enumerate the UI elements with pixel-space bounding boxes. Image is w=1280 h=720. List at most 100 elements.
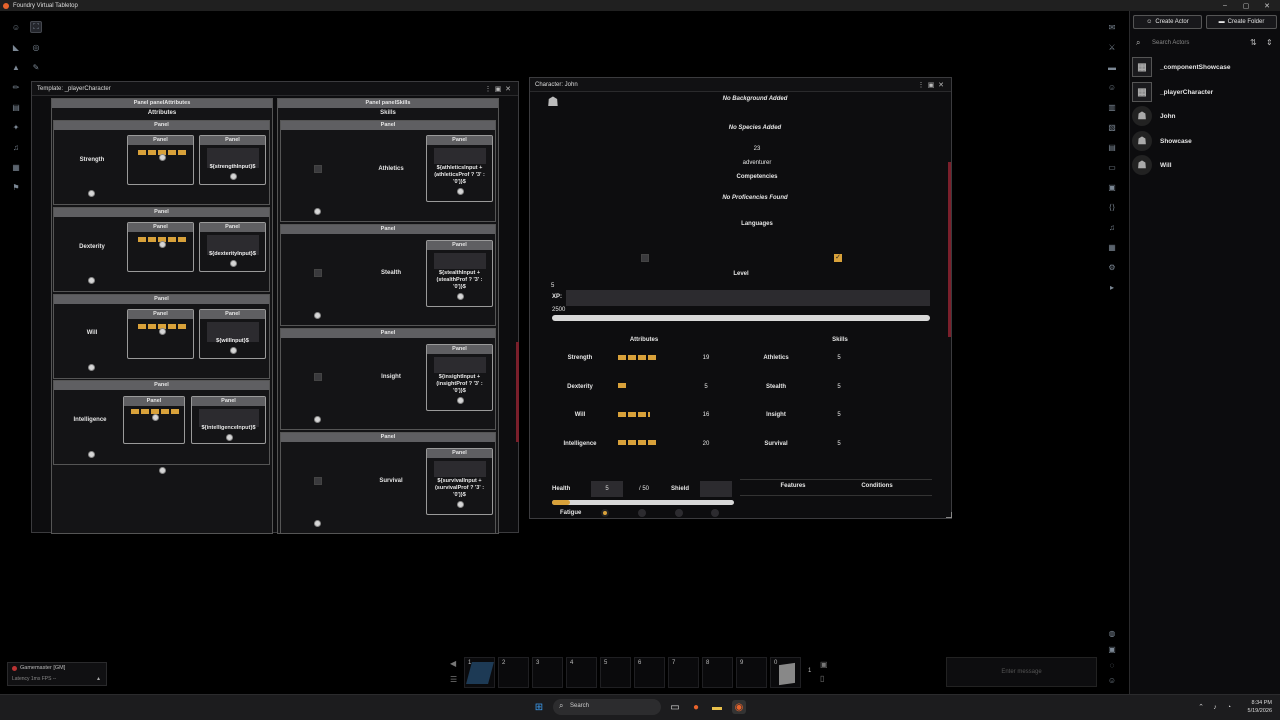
windows-start-icon[interactable]: ⊞ (532, 700, 546, 714)
maximize-button[interactable]: ▢ (1235, 0, 1257, 11)
reset-circle[interactable] (152, 414, 159, 421)
actor-list-item[interactable]: ☗ Will (1130, 153, 1280, 177)
volume-icon[interactable]: ♪ (1208, 700, 1222, 714)
sort-icon[interactable]: ⇅ (1250, 38, 1257, 47)
stealth-prof-checkbox[interactable] (314, 269, 322, 277)
dexterity-pips[interactable] (618, 383, 626, 388)
add-circle[interactable] (314, 416, 321, 423)
fatigue-radio-4[interactable] (711, 509, 719, 517)
macros-tab-icon[interactable]: ▣ (1105, 180, 1119, 194)
add-circle[interactable] (314, 208, 321, 215)
add-circle[interactable] (88, 277, 95, 284)
intelligence-pips[interactable] (618, 440, 656, 445)
macro-slot-9[interactable]: 9 (736, 657, 767, 688)
macro-slot-5[interactable]: 5 (600, 657, 631, 688)
target-tool-icon[interactable]: ◎ (30, 41, 42, 53)
journal-tab-icon[interactable]: ▧ (1105, 120, 1119, 134)
macro-slot-1[interactable]: 1 (464, 657, 495, 688)
notes-controls-icon[interactable]: ⚑ (10, 181, 22, 193)
clock-date[interactable]: 5/19/2026 (1238, 708, 1272, 714)
reset-circle[interactable] (159, 154, 166, 161)
add-circle[interactable] (314, 520, 321, 527)
actor-list-item[interactable]: ▦ _componentShowcase (1130, 55, 1280, 79)
user-icon[interactable]: ☺ (1105, 673, 1119, 687)
lock-icon[interactable]: ▣ (1105, 642, 1119, 656)
reset-circle[interactable] (159, 328, 166, 335)
reset-circle[interactable] (457, 501, 464, 508)
fatigue-radio-1[interactable] (601, 509, 609, 517)
settings-tab-icon[interactable]: ⚙ (1105, 260, 1119, 274)
survival-prof-checkbox[interactable] (314, 477, 322, 485)
fatigue-radio-2[interactable] (638, 509, 646, 517)
close-app-button[interactable]: ✕ (1256, 0, 1278, 11)
language-checkbox-checked[interactable]: ✓ (834, 254, 842, 262)
create-folder-button[interactable]: ▬ Create Folder (1206, 15, 1277, 29)
mute-icon[interactable]: ◀ (450, 659, 456, 668)
collapse-sidebar-icon[interactable]: ▸ (1105, 280, 1119, 294)
actor-search-input[interactable]: Search Actors (1152, 40, 1189, 46)
actors-tab-icon[interactable]: ☺ (1105, 80, 1119, 94)
input-field[interactable] (434, 148, 486, 164)
token-controls-icon[interactable]: ☺ (10, 21, 22, 33)
template-window-header[interactable]: Template: _playerCharacter ⋮ ▣ ✕ (32, 82, 518, 96)
macro-slot-2[interactable]: 2 (498, 657, 529, 688)
playlists-tab-icon[interactable]: ♫ (1105, 220, 1119, 234)
macro-slot-7[interactable]: 7 (668, 657, 699, 688)
reset-circle[interactable] (230, 260, 237, 267)
fatigue-radio-3[interactable] (675, 509, 683, 517)
character-window-header[interactable]: Character: John ⋮ ▣ ✕ (530, 78, 951, 92)
reset-circle[interactable] (226, 434, 233, 441)
hotbar-lock-icon[interactable]: ▣ (820, 660, 828, 669)
health-input[interactable]: 5 (591, 481, 623, 497)
chat-tab-icon[interactable]: ✉ (1105, 20, 1119, 34)
reset-circle[interactable] (230, 173, 237, 180)
reset-circle[interactable] (457, 397, 464, 404)
will-pips[interactable] (618, 412, 650, 417)
input-field[interactable] (434, 253, 486, 269)
items-tab-icon[interactable]: ▥ (1105, 100, 1119, 114)
reset-circle[interactable] (457, 188, 464, 195)
drawing-controls-icon[interactable]: ✏ (10, 81, 22, 93)
template-scrollbar[interactable] (516, 342, 519, 442)
xp-input[interactable] (566, 290, 930, 306)
chevron-up-icon[interactable]: ▴ (97, 675, 100, 682)
taskbar-search[interactable]: ⌕ Search (553, 699, 661, 715)
tab-conditions[interactable]: Conditions (853, 483, 901, 489)
ruler-tool-icon[interactable]: ✎ (30, 61, 42, 73)
tab-features[interactable]: Features (773, 483, 813, 489)
actor-list-item[interactable]: ☗ Showcase (1130, 129, 1280, 153)
add-panel-circle[interactable] (159, 467, 166, 474)
portrait-hood-icon[interactable]: ☗ (542, 94, 564, 112)
minimize-button[interactable]: – (1214, 0, 1236, 11)
macro-slot-8[interactable]: 8 (702, 657, 733, 688)
macro-slot-3[interactable]: 3 (532, 657, 563, 688)
athletics-prof-checkbox[interactable] (314, 165, 322, 173)
sound-controls-icon[interactable]: ♫ (10, 141, 22, 153)
close-window-icon[interactable]: ✕ (503, 85, 513, 93)
network-icon[interactable]: ◔ (1222, 700, 1236, 714)
compendium-tab-icon[interactable]: ▦ (1105, 240, 1119, 254)
foundry-taskbar-icon[interactable]: ◉ (732, 700, 746, 714)
resize-handle[interactable] (946, 512, 952, 518)
close-window-icon[interactable]: ✕ (936, 81, 946, 89)
players-list[interactable]: Gamemaster [GM] Latency 1ms FPS -- ▴ (7, 662, 107, 686)
actor-list-item[interactable]: ▦ _playerCharacter (1130, 80, 1280, 104)
language-checkbox[interactable] (641, 254, 649, 262)
regions-controls-icon[interactable]: ▦ (10, 161, 22, 173)
cards-tab-icon[interactable]: ▭ (1105, 160, 1119, 174)
create-actor-button[interactable]: ☺ Create Actor (1133, 15, 1202, 29)
add-circle[interactable] (88, 190, 95, 197)
combat-tab-icon[interactable]: ⚔ (1105, 40, 1119, 54)
tables-tab-icon[interactable]: ▤ (1105, 140, 1119, 154)
scenes-tab-icon[interactable]: ▬ (1105, 60, 1119, 74)
walls-controls-icon[interactable]: ▤ (10, 101, 22, 113)
add-circle[interactable] (314, 312, 321, 319)
strength-pips[interactable] (618, 355, 656, 360)
insight-prof-checkbox[interactable] (314, 373, 322, 381)
code-tab-icon[interactable]: ⟨⟩ (1105, 200, 1119, 214)
kebab-menu-icon[interactable]: ⋮ (483, 85, 493, 93)
add-circle[interactable] (88, 364, 95, 371)
measure-controls-icon[interactable]: ◣ (10, 41, 22, 53)
macro-slot-6[interactable]: 6 (634, 657, 665, 688)
task-view-icon[interactable]: ▭ (668, 700, 682, 714)
